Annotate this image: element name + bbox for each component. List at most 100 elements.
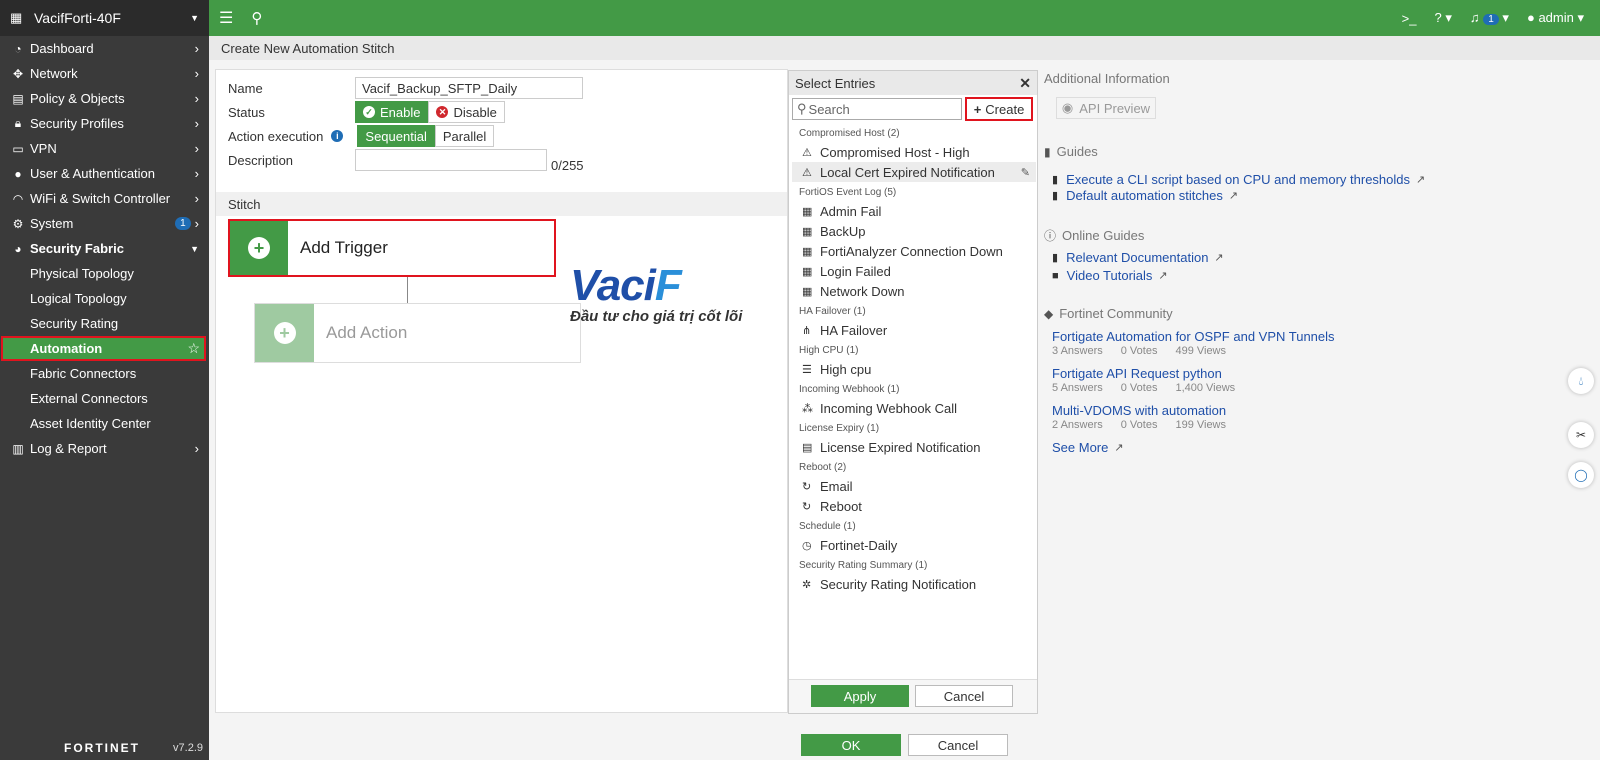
guide-link[interactable]: ▮ Execute a CLI script based on CPU and m… — [1052, 172, 1425, 187]
cli-icon[interactable]: >_ — [1402, 11, 1417, 26]
pencil-icon[interactable]: ✎ — [1021, 166, 1030, 179]
parallel-button[interactable]: Parallel — [434, 125, 495, 147]
sidebar-item-security-fabric[interactable]: ◕ Security Fabric ▼ — [0, 236, 209, 261]
sidebar-item-log-report[interactable]: ▥ Log & Report › — [0, 436, 209, 461]
sidebar-item-vpn[interactable]: ▭ VPN › — [0, 136, 209, 161]
chevron-right-icon: › — [194, 216, 199, 231]
views-count: 199 Views — [1175, 419, 1227, 431]
sidebar-item-dashboard[interactable]: ◔ Dashboard › — [0, 36, 209, 61]
online-link[interactable]: ■ Video Tutorials ↗ — [1052, 268, 1168, 283]
community-link[interactable]: Fortigate Automation for OSPF and VPN Tu… — [1052, 329, 1335, 344]
sidebar-subitem-logical-topology[interactable]: Logical Topology — [0, 286, 209, 311]
entry-item[interactable]: ▦ Admin Fail — [792, 201, 1036, 221]
footer-cancel-button[interactable]: Cancel — [908, 734, 1008, 756]
user-menu[interactable]: ● admin ▾ — [1527, 10, 1584, 26]
entry-item[interactable]: ⁂ Incoming Webhook Call — [792, 398, 1036, 418]
sidebar-subitem-automation[interactable]: Automation ☆ — [1, 336, 206, 361]
sidebar-item-system[interactable]: ⚙ System 1 › — [0, 211, 209, 236]
panel-footer: Apply Cancel — [789, 679, 1037, 713]
description-input[interactable] — [355, 149, 547, 171]
sidebar-item-label: VPN — [30, 141, 57, 156]
device-selector[interactable]: ▦ VacifForti-40F ▼ — [0, 0, 209, 36]
entry-item[interactable]: ▦ FortiAnalyzer Connection Down — [792, 241, 1036, 261]
create-label: Create — [985, 101, 1025, 117]
sidebar-subitem-asset-identity[interactable]: Asset Identity Center — [0, 411, 209, 436]
enable-button[interactable]: ✓ Enable — [355, 101, 429, 123]
external-link-icon: ↗ — [1158, 270, 1168, 282]
entry-item[interactable]: ◷ Fortinet-Daily — [792, 535, 1036, 555]
name-input[interactable]: Vacif_Backup_SFTP_Daily — [355, 77, 583, 99]
sidebar-subitem-security-rating[interactable]: Security Rating — [0, 311, 209, 336]
topbar: ☰ ⚲ >_ ? ▾ ♫ 1 ▾ ● admin ▾ — [209, 0, 1600, 36]
entry-item[interactable]: ⚠ Compromised Host - High — [792, 142, 1036, 162]
online-link[interactable]: ▮ Relevant Documentation ↗ — [1052, 250, 1224, 265]
entry-icon: ✲ — [802, 578, 812, 591]
dashboard-icon: ◔ — [14, 41, 22, 56]
guides-title: Guides — [1056, 144, 1098, 159]
search-input[interactable]: ⚲ Search — [792, 98, 962, 120]
views-count: 1,400 Views — [1175, 382, 1236, 394]
entry-item[interactable]: ⋔ HA Failover — [792, 320, 1036, 340]
entry-item[interactable]: ⚠ Local Cert Expired Notification ✎ — [792, 162, 1036, 182]
api-label: API Preview — [1079, 100, 1151, 116]
answers-count: 2 Answers — [1052, 419, 1103, 431]
sidebar-item-policy[interactable]: ▤ Policy & Objects › — [0, 86, 209, 111]
entry-icon: ⁂ — [802, 402, 813, 415]
entry-item[interactable]: ▦ Login Failed — [792, 261, 1036, 281]
sequential-button[interactable]: Sequential — [357, 125, 435, 147]
votes-count: 0 Votes — [1120, 382, 1158, 394]
external-link-icon: ↗ — [1114, 442, 1124, 454]
disable-button[interactable]: ✕ Disable — [428, 101, 505, 123]
online-title: Online Guides — [1062, 228, 1145, 243]
guide-link[interactable]: ▮ Default automation stitches ↗ — [1052, 188, 1238, 203]
community-meta: 3 Answers 0 Votes 499 Views — [1052, 345, 1226, 357]
entry-item[interactable]: ▦ Network Down — [792, 281, 1036, 301]
chevron-down-icon: ▼ — [190, 13, 199, 23]
chart-icon: ▥ — [12, 441, 24, 456]
sidebar-item-label: Security Profiles — [30, 116, 124, 131]
menu-icon[interactable]: ☰ — [219, 8, 233, 28]
sidebar-item-label: System — [30, 216, 74, 231]
sidebar-item-wifi[interactable]: ◠ WiFi & Switch Controller › — [0, 186, 209, 211]
entry-item[interactable]: ▤ License Expired Notification — [792, 437, 1036, 457]
sidebar-subitem-fabric-connectors[interactable]: Fabric Connectors — [0, 361, 209, 386]
star-icon[interactable]: ☆ — [187, 340, 200, 357]
entry-label: Reboot — [820, 498, 862, 514]
guide-link-text: Default automation stitches — [1066, 188, 1223, 203]
panel-header: Select Entries ✕ — [789, 71, 1037, 95]
scissors-icon[interactable]: ✂ — [1568, 422, 1594, 448]
sidebar-subitem-physical-topology[interactable]: Physical Topology — [0, 261, 209, 286]
entry-item[interactable]: ☰ High cpu — [792, 359, 1036, 379]
entry-item[interactable]: ▦ BackUp — [792, 221, 1036, 241]
entry-icon: ▦ — [802, 245, 813, 258]
create-button[interactable]: + Create — [965, 97, 1033, 121]
comments-icon: ◆ — [1044, 306, 1054, 321]
api-preview-button[interactable]: ◉ API Preview — [1056, 97, 1156, 119]
panel-title: Select Entries — [795, 75, 876, 91]
community-link[interactable]: Multi-VDOMS with automation — [1052, 403, 1226, 418]
see-more-link[interactable]: See More ↗ — [1052, 440, 1124, 455]
entry-item[interactable]: ✲ Security Rating Notification — [792, 574, 1036, 594]
bell-icon[interactable]: ♫ 1 ▾ — [1470, 10, 1509, 26]
add-trigger-button[interactable]: + Add Trigger — [228, 219, 556, 277]
droplet-icon[interactable]: 💧︎ — [1568, 368, 1594, 394]
cancel-button[interactable]: Cancel — [915, 685, 1013, 707]
apply-button[interactable]: Apply — [811, 685, 909, 707]
chat-icon[interactable]: ◯ — [1568, 462, 1594, 488]
help-icon[interactable]: ? ▾ — [1435, 10, 1452, 26]
sidebar-item-network[interactable]: ✥ Network › — [0, 61, 209, 86]
search-icon[interactable]: ⚲ — [251, 9, 262, 27]
sidebar-subitem-external-connectors[interactable]: External Connectors — [0, 386, 209, 411]
community-link[interactable]: Fortigate API Request python — [1052, 366, 1222, 381]
sidebar-item-user[interactable]: ● User & Authentication › — [0, 161, 209, 186]
fortinet-logo: FORTINET — [64, 741, 140, 755]
ok-button[interactable]: OK — [801, 734, 901, 756]
username: admin — [1538, 10, 1574, 25]
entry-item[interactable]: ↻ Reboot — [792, 496, 1036, 516]
sidebar-item-security-profiles[interactable]: 🔒︎ Security Profiles › — [0, 111, 209, 136]
add-action-button[interactable]: + Add Action — [254, 303, 581, 363]
close-icon[interactable]: ✕ — [1019, 75, 1031, 92]
user-icon: ● — [1526, 10, 1535, 25]
entry-item[interactable]: ↻ Email — [792, 476, 1036, 496]
chevron-right-icon: › — [194, 41, 199, 56]
